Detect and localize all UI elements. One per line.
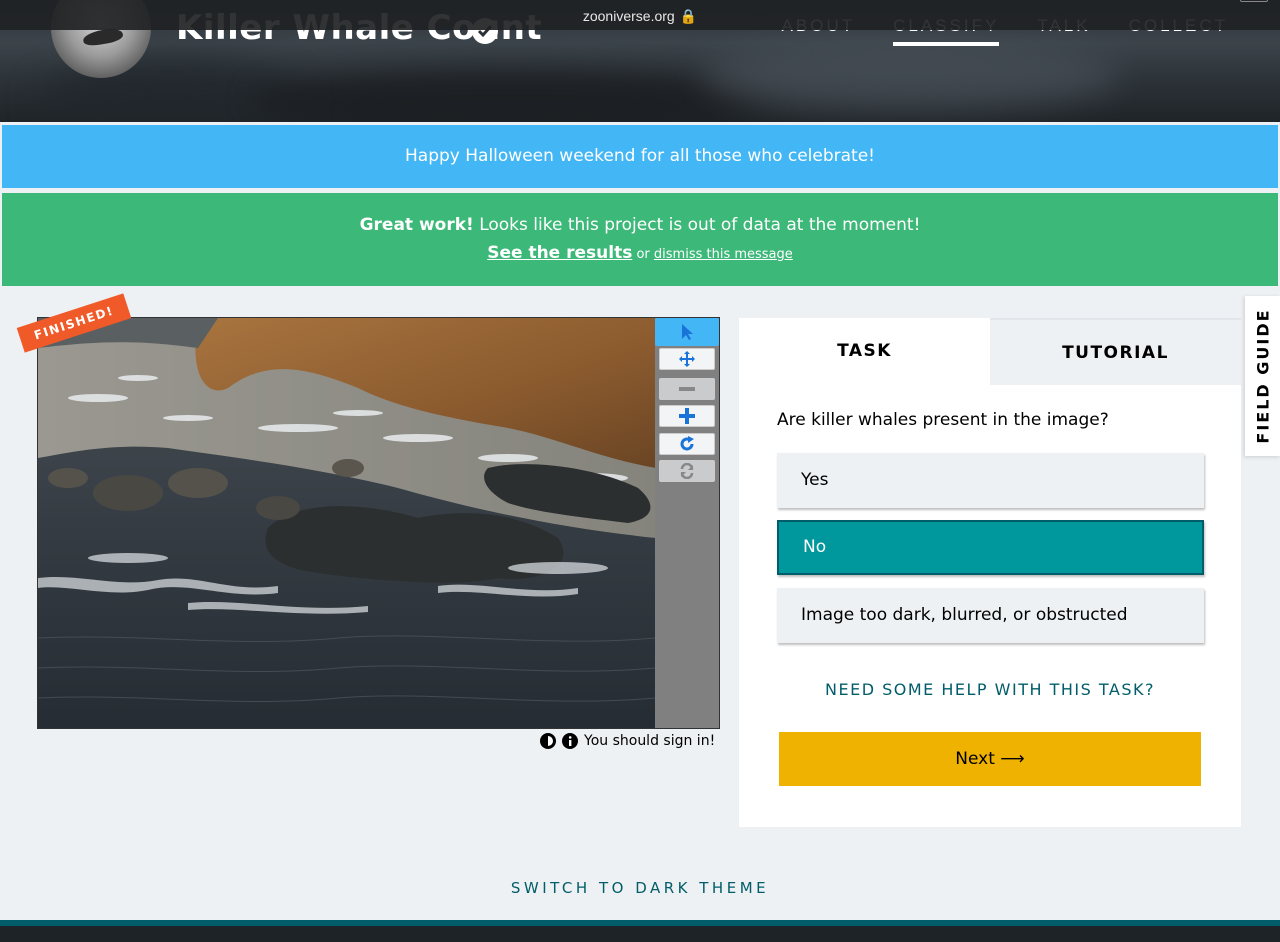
tab-task[interactable]: TASK bbox=[739, 318, 990, 385]
zoom-in-icon bbox=[679, 408, 695, 424]
viewer-footer: You should sign in! bbox=[540, 733, 715, 749]
rotate-button[interactable] bbox=[659, 433, 715, 455]
announcement-text: Happy Halloween weekend for all those wh… bbox=[405, 146, 875, 166]
move-icon bbox=[679, 351, 695, 367]
task-panel: TASK TUTORIAL Are killer whales present … bbox=[739, 318, 1241, 827]
answer-image-obstructed[interactable]: Image too dark, blurred, or obstructed bbox=[777, 588, 1204, 643]
task-help-link[interactable]: NEED SOME HELP WITH THIS TASK? bbox=[739, 680, 1241, 699]
info-icon[interactable] bbox=[562, 733, 578, 749]
subject-viewer[interactable] bbox=[37, 317, 720, 729]
tab-tutorial[interactable]: TUTORIAL bbox=[990, 318, 1241, 385]
field-guide-label: FIELD GUIDE bbox=[1253, 308, 1272, 444]
see-results-link[interactable]: See the results bbox=[487, 243, 632, 263]
reset-icon bbox=[680, 463, 694, 479]
pointer-tool-button[interactable] bbox=[655, 318, 719, 346]
pointer-icon bbox=[682, 324, 693, 340]
out-of-data-banner: Great work! Looks like this project is o… bbox=[2, 193, 1278, 286]
or-text: or bbox=[632, 247, 654, 262]
field-guide-tab[interactable]: FIELD GUIDE bbox=[1245, 296, 1280, 456]
zoom-in-button[interactable] bbox=[659, 405, 715, 427]
lock-icon: 🔒 bbox=[679, 8, 698, 24]
invert-colors-icon[interactable] bbox=[540, 733, 556, 749]
next-button[interactable]: Next ⟶ bbox=[779, 732, 1201, 786]
rotate-icon bbox=[680, 436, 694, 451]
url-text: zooniverse.org bbox=[582, 8, 675, 24]
task-tabs: TASK TUTORIAL bbox=[739, 318, 1241, 385]
subject-image[interactable] bbox=[38, 318, 656, 728]
reset-button[interactable] bbox=[659, 460, 715, 482]
answer-yes[interactable]: Yes bbox=[777, 453, 1204, 508]
footer-bar bbox=[0, 920, 1280, 942]
tabs-icon[interactable] bbox=[1240, 0, 1268, 2]
switch-theme-link[interactable]: SWITCH TO DARK THEME bbox=[0, 879, 1280, 897]
out-of-data-text: Looks like this project is out of data a… bbox=[473, 215, 921, 235]
task-question: Are killer whales present in the image? bbox=[777, 410, 1109, 430]
viewer-toolbar bbox=[655, 318, 719, 728]
shoreline-photo bbox=[38, 318, 656, 728]
announcement-banner: Happy Halloween weekend for all those wh… bbox=[2, 125, 1278, 188]
great-work-text: Great work! bbox=[359, 215, 474, 235]
dismiss-message-link[interactable]: dismiss this message bbox=[654, 247, 793, 262]
zoom-out-icon bbox=[679, 387, 695, 391]
answer-no[interactable]: No bbox=[777, 520, 1204, 575]
sign-in-text[interactable]: You should sign in! bbox=[584, 733, 715, 749]
browser-url-bar[interactable]: zooniverse.org 🔒 bbox=[0, 0, 1280, 30]
move-tool-button[interactable] bbox=[659, 348, 715, 370]
zoom-out-button[interactable] bbox=[659, 378, 715, 400]
